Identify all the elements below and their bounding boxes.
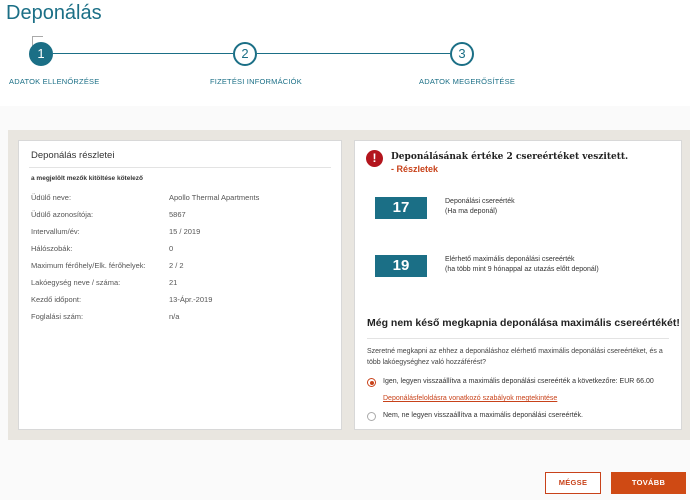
exclamation-icon: ! [366, 150, 383, 167]
promo-question: Szeretné megkapni az ehhez a deponálásho… [367, 348, 663, 366]
detail-row-resort-id: Üdülő azonosítója: 5867 [31, 210, 331, 220]
detail-row-bedrooms: Hálószobák: 0 [31, 244, 331, 254]
step-2-circle[interactable]: 2 [233, 42, 257, 66]
details-link[interactable]: - Részletek [391, 164, 438, 174]
detail-value: n/a [169, 312, 180, 321]
current-value-description: Deponálási csereérték (Ha ma deponál) [445, 197, 515, 217]
restore-yes-radio[interactable] [367, 378, 376, 387]
detail-label: Üdülő neve: [31, 193, 72, 202]
content-area: Deponálás részletei a megjelölt mezők ki… [0, 106, 690, 500]
detail-label: Maximum férőhely/Elk. férőhelyek: [31, 261, 146, 270]
deposit-card: Deponálás részletei a megjelölt mezők ki… [8, 130, 690, 440]
step-2-label: FIZETÉSI INFORMÁCIÓK [210, 77, 302, 86]
current-value-sub: (Ha ma deponál) [445, 208, 498, 215]
divider [367, 338, 669, 339]
detail-value: 13-Ápr.-2019 [169, 295, 213, 304]
detail-label: Kezdő időpont: [31, 295, 82, 304]
detail-value: 21 [169, 278, 178, 287]
step-1-label: ADATOK ELLENŐRZÉSE [9, 77, 100, 86]
page-title: Deponálás [6, 2, 102, 24]
restore-yes-label[interactable]: Igen, legyen visszaállítva a maximális d… [383, 378, 654, 385]
detail-row-start-date: Kezdő időpont: 13-Ápr.-2019 [31, 295, 331, 305]
deposit-details-panel: Deponálás részletei a megjelölt mezők ki… [18, 140, 342, 430]
detail-label: Hálószobák: [31, 244, 73, 253]
deposit-value-panel: ! Deponálásának értéke 2 csereértéket ve… [354, 140, 682, 430]
divider [29, 167, 331, 168]
required-note: a megjelölt mezők kitöltése kötelező [31, 175, 143, 182]
detail-row-unit: Lakóegység neve / száma: 21 [31, 278, 331, 288]
max-value-badge: 19 [375, 255, 427, 277]
detail-value: 15 / 2019 [169, 227, 201, 236]
detail-value: 5867 [169, 210, 186, 219]
max-value-description: Elérhető maximális deponálási csereérték… [445, 255, 599, 275]
detail-value: Apollo Thermal Apartments [169, 193, 260, 202]
step-3-circle[interactable]: 3 [450, 42, 474, 66]
progress-stepper: 1 2 3 ADATOK ELLENŐRZÉSE FIZETÉSI INFORM… [0, 36, 690, 100]
rules-link[interactable]: Deponálásfeloldásra vonatkozó szabályok … [383, 395, 557, 402]
max-value-label: Elérhető maximális deponálási csereérték [445, 256, 575, 263]
detail-row-interval: Intervallum/év: 15 / 2019 [31, 227, 331, 237]
max-value-sub: (ha több mint 9 hónappal az utazás előtt… [445, 266, 599, 273]
warning-title: Deponálásának értéke 2 csereértéket vesz… [391, 152, 629, 162]
detail-row-booking-number: Foglalási szám: n/a [31, 312, 331, 322]
step-1-circle[interactable]: 1 [29, 42, 53, 66]
restore-no-radio[interactable] [367, 412, 376, 421]
detail-label: Lakóegység neve / száma: [31, 278, 121, 287]
detail-row-resort-name: Üdülő neve: Apollo Thermal Apartments [31, 193, 331, 203]
step-connector [53, 53, 233, 54]
detail-label: Üdülő azonosítója: [31, 210, 94, 219]
cancel-button[interactable]: MÉGSE [545, 472, 601, 494]
promo-title: Még nem késő megkapnia deponálása maximá… [367, 317, 680, 329]
step-3-label: ADATOK MEGERŐSÍTÉSE [419, 77, 516, 86]
details-title: Deponálás részletei [31, 150, 115, 161]
detail-value: 0 [169, 244, 174, 253]
current-value-badge: 17 [375, 197, 427, 219]
restore-no-label[interactable]: Nem, ne legyen visszaállítva a maximális… [383, 412, 583, 419]
current-value-label: Deponálási csereérték [445, 198, 515, 205]
next-button[interactable]: TOVÁBB [611, 472, 686, 494]
step-connector [257, 53, 450, 54]
detail-label: Foglalási szám: [31, 312, 84, 321]
detail-value: 2 / 2 [169, 261, 184, 270]
detail-label: Intervallum/év: [31, 227, 80, 236]
detail-row-occupancy: Maximum férőhely/Elk. férőhelyek: 2 / 2 [31, 261, 331, 271]
